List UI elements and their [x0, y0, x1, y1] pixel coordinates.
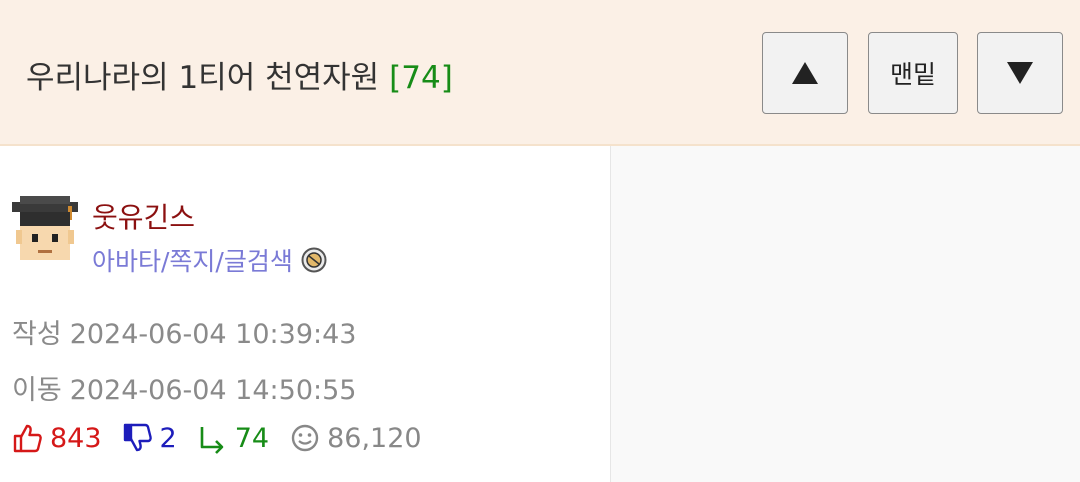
reply-stat[interactable]: 74	[197, 422, 269, 454]
view-count: 86,120	[327, 422, 422, 454]
graduate-avatar-icon[interactable]	[12, 196, 78, 266]
scroll-up-button[interactable]	[762, 32, 848, 114]
author-links[interactable]: 아바타/쪽지/글검색	[92, 242, 327, 278]
page-title: 우리나라의 1티어 천연자원 [74]	[26, 52, 453, 97]
created-time-row: 작성 2024-06-04 10:39:43	[12, 312, 356, 351]
upvote-count: 843	[50, 422, 102, 454]
reply-count: 74	[234, 422, 270, 454]
downvote-count: 2	[159, 422, 177, 454]
smiley-views-icon	[291, 424, 319, 452]
downvote-stat[interactable]: 2	[122, 422, 177, 454]
thumbs-up-icon	[13, 424, 42, 453]
moved-time-row: 이동 2024-06-04 14:50:55	[12, 368, 356, 407]
scroll-down-button[interactable]	[977, 32, 1063, 114]
comment-count[interactable]: [74]	[389, 60, 453, 96]
moved-label: 이동	[12, 375, 62, 406]
created-time: 2024-06-04 10:39:43	[69, 319, 357, 350]
post-title: 우리나라의 1티어 천연자원	[26, 60, 380, 96]
author-panel: 웃유긴스 아바타/쪽지/글검색 작성 2024-06-04 10:39:43 이동…	[0, 146, 611, 482]
view-stat: 86,120	[289, 422, 422, 454]
author-links-text[interactable]: 아바타/쪽지/글검색	[92, 242, 293, 278]
triangle-down-icon	[1007, 62, 1033, 84]
thumbs-down-icon	[123, 423, 152, 452]
post-header: 우리나라의 1티어 천연자원 [74] 맨밑	[0, 0, 1080, 146]
author-nickname[interactable]: 웃유긴스	[92, 196, 195, 236]
moved-time: 2024-06-04 14:50:55	[69, 375, 357, 406]
created-label: 작성	[12, 319, 62, 350]
reply-arrow-icon	[200, 427, 224, 454]
go-bottom-button[interactable]: 맨밑	[868, 32, 958, 114]
upvote-stat[interactable]: 843	[12, 422, 102, 454]
level-badge-icon	[301, 247, 327, 273]
triangle-up-icon	[792, 62, 818, 84]
post-stats: 843 2 74 86,120	[12, 422, 442, 454]
